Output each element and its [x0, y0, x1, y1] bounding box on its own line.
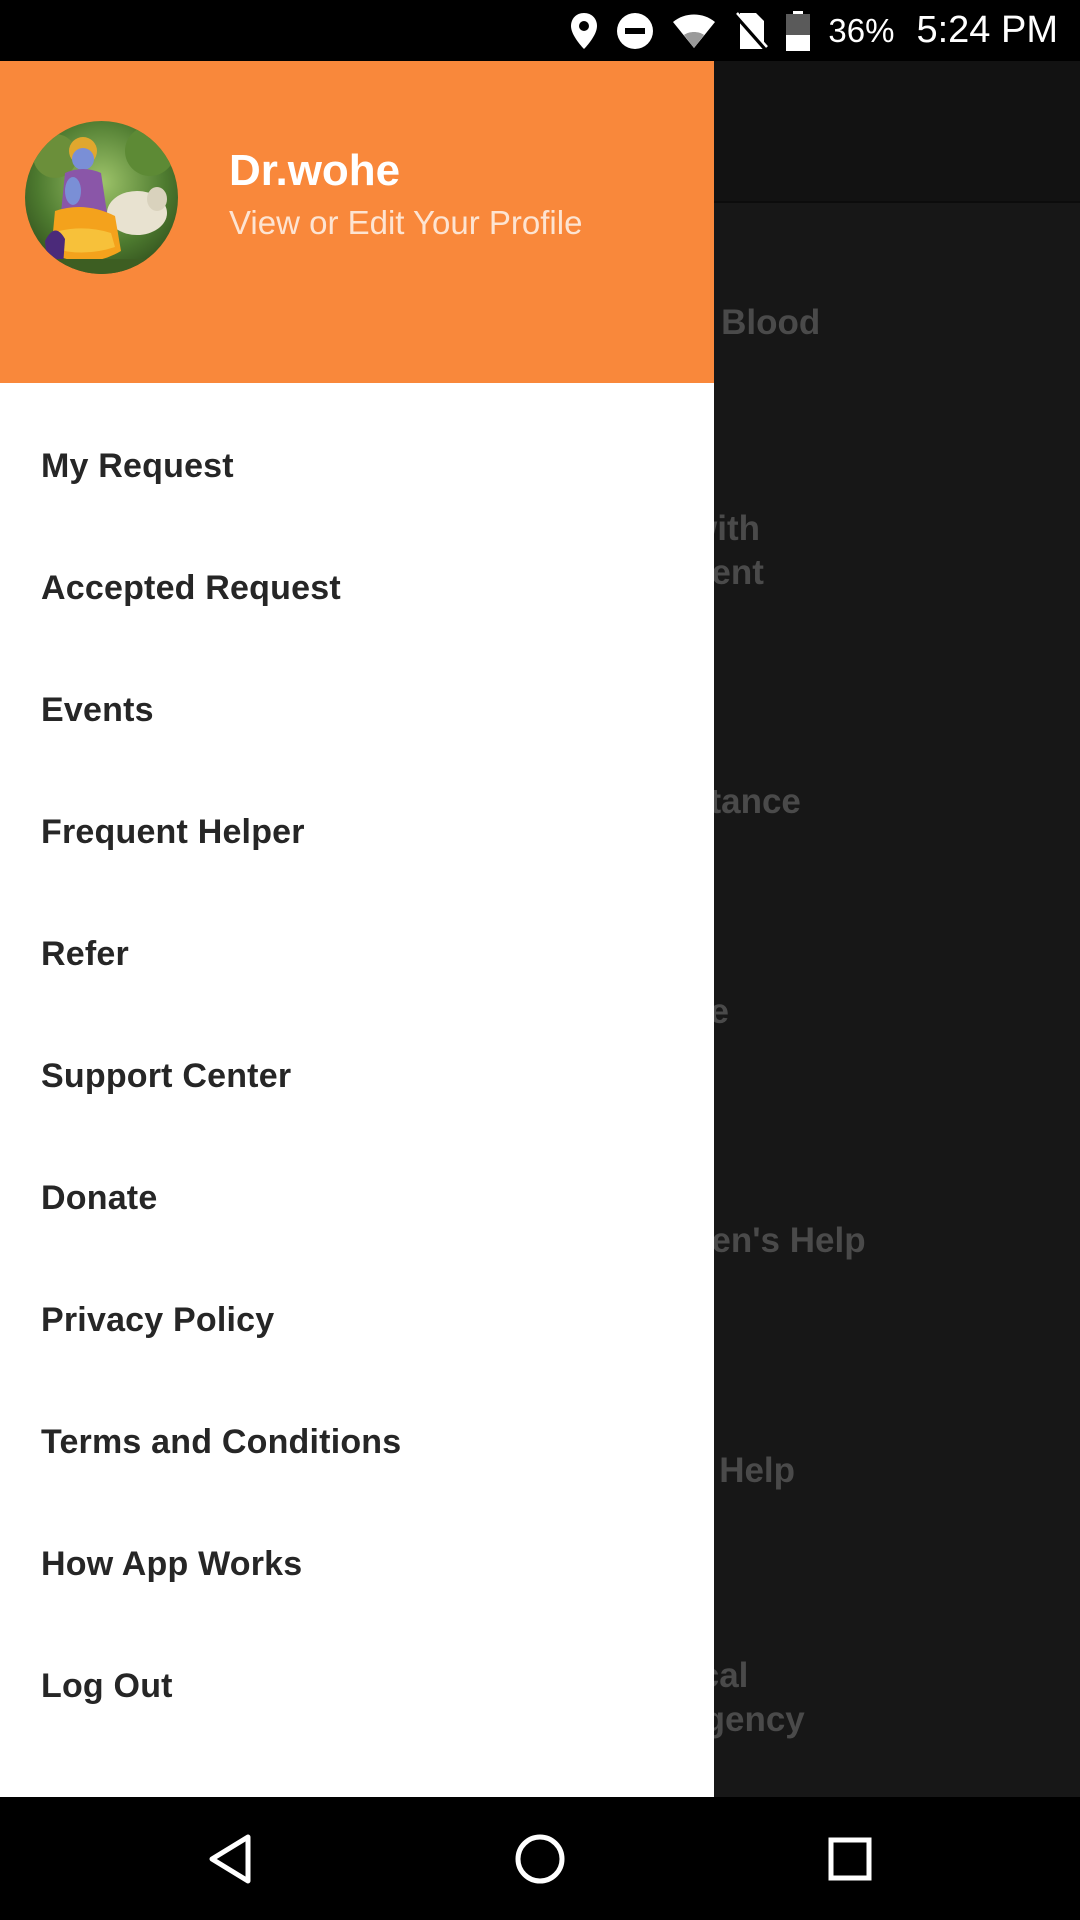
menu-item-support-center[interactable]: Support Center	[0, 1015, 714, 1137]
menu-item-frequent-helper[interactable]: Frequent Helper	[0, 771, 714, 893]
home-icon[interactable]	[480, 1797, 600, 1920]
drawer-menu: My Request Accepted Request Events Frequ…	[0, 405, 714, 1747]
menu-item-label: Support Center	[41, 1056, 292, 1095]
menu-item-label: Events	[41, 690, 154, 729]
menu-item-events[interactable]: Events	[0, 649, 714, 771]
status-bar: 36% 5:24 PM	[0, 0, 1080, 61]
profile-name: Dr.wohe	[229, 146, 401, 195]
menu-item-label: Privacy Policy	[41, 1300, 275, 1339]
background-label: d stance	[690, 738, 801, 821]
navigation-drawer: Dr.wohe View or Edit Your Profile My Req…	[0, 61, 714, 1797]
background-label: ce	[690, 990, 1050, 1034]
background-label: c Help	[690, 1451, 796, 1490]
menu-item-label: Donate	[41, 1178, 158, 1217]
menu-item-label: Accepted Request	[41, 568, 341, 607]
background-label: d Blood	[690, 303, 821, 342]
do-not-disturb-icon	[616, 0, 654, 61]
menu-item-label: Frequent Helper	[41, 812, 305, 851]
menu-item-label: How App Works	[41, 1544, 303, 1583]
menu-item-log-out[interactable]: Log Out	[0, 1625, 714, 1747]
menu-item-label: Refer	[41, 934, 129, 973]
drawer-header[interactable]: Dr.wohe View or Edit Your Profile	[0, 61, 714, 383]
menu-item-how-app-works[interactable]: How App Works	[0, 1503, 714, 1625]
menu-item-accepted-request[interactable]: Accepted Request	[0, 527, 714, 649]
recents-icon[interactable]	[790, 1797, 910, 1920]
menu-item-terms-and-conditions[interactable]: Terms and Conditions	[0, 1381, 714, 1503]
location-icon	[570, 0, 598, 61]
menu-item-donate[interactable]: Donate	[0, 1137, 714, 1259]
battery-icon	[786, 0, 811, 61]
navigation-bar	[0, 1797, 1080, 1920]
back-icon[interactable]	[170, 1797, 290, 1920]
status-time: 5:24 PM	[916, 9, 1058, 51]
menu-item-label: My Request	[41, 446, 234, 485]
menu-item-refer[interactable]: Refer	[0, 893, 714, 1015]
profile-subtitle[interactable]: View or Edit Your Profile	[229, 204, 582, 242]
menu-item-privacy-policy[interactable]: Privacy Policy	[0, 1259, 714, 1381]
avatar[interactable]	[25, 121, 178, 274]
menu-item-my-request[interactable]: My Request	[0, 405, 714, 527]
background-label: ical rgency	[690, 1656, 805, 1739]
battery-percent: 36%	[828, 11, 895, 49]
menu-item-label: Terms and Conditions	[41, 1422, 402, 1461]
menu-item-label: Log Out	[41, 1666, 173, 1705]
background-label: with dent	[690, 509, 764, 592]
wifi-icon	[672, 0, 716, 61]
screen: 36% 5:24 PM d Blood with dent d stance c…	[0, 0, 1080, 1920]
background-label: nen's Help	[690, 1221, 866, 1260]
no-sim-icon	[734, 0, 769, 61]
